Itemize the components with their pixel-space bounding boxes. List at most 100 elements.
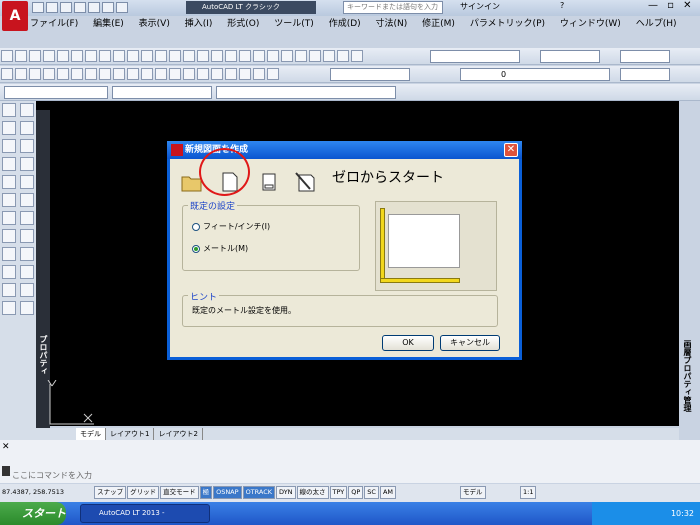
toolbar-button[interactable] bbox=[15, 68, 27, 80]
menu-draw[interactable]: 作成(D) bbox=[329, 17, 361, 31]
taskbar-autocad-button[interactable]: AutoCAD LT 2013 - bbox=[80, 504, 210, 523]
tpy-toggle[interactable]: TPY bbox=[329, 486, 348, 499]
toolbar-button[interactable] bbox=[127, 68, 139, 80]
toolbar-button[interactable] bbox=[57, 68, 69, 80]
explode-icon[interactable] bbox=[20, 247, 34, 261]
toolbar-button[interactable] bbox=[183, 50, 195, 62]
close-icon[interactable]: ✕ bbox=[2, 442, 10, 452]
grid-toggle[interactable]: グリッド bbox=[127, 486, 160, 499]
toolbar-button[interactable] bbox=[239, 50, 251, 62]
toolbar-button[interactable] bbox=[197, 68, 209, 80]
plotstyle-select[interactable] bbox=[216, 86, 396, 99]
otrack-toggle[interactable]: OTRACK bbox=[242, 486, 276, 499]
toolbar-button[interactable] bbox=[225, 50, 237, 62]
snap-toggle[interactable]: スナップ bbox=[94, 486, 127, 499]
menu-file[interactable]: ファイル(F) bbox=[30, 17, 78, 31]
wizard-icon[interactable] bbox=[294, 171, 318, 193]
text-style-select[interactable] bbox=[430, 50, 520, 63]
toolbar-button[interactable] bbox=[197, 50, 209, 62]
menu-format[interactable]: 形式(O) bbox=[227, 17, 259, 31]
signin-link[interactable]: サインイン bbox=[460, 1, 500, 12]
copy-icon[interactable] bbox=[20, 121, 34, 135]
toolbar-button[interactable] bbox=[85, 68, 97, 80]
search-input[interactable]: キーワードまたは語句を入力 bbox=[343, 1, 443, 14]
line-icon[interactable] bbox=[2, 103, 16, 117]
toolbar-button[interactable] bbox=[43, 68, 55, 80]
toolbar-button[interactable] bbox=[309, 50, 321, 62]
menu-help[interactable]: ヘルプ(H) bbox=[636, 17, 677, 31]
toolbar-button[interactable] bbox=[1, 50, 13, 62]
ok-button[interactable]: OK bbox=[382, 335, 434, 351]
save-as-icon[interactable] bbox=[74, 2, 86, 13]
toolbar-button[interactable] bbox=[337, 50, 349, 62]
extend-icon[interactable] bbox=[2, 211, 16, 225]
lineweight-toggle[interactable]: 線の太さ bbox=[296, 486, 329, 499]
text-icon[interactable] bbox=[2, 301, 16, 315]
toolbar-button[interactable] bbox=[351, 50, 363, 62]
toolbar-button[interactable] bbox=[71, 50, 83, 62]
mirror-icon[interactable] bbox=[2, 139, 16, 153]
toolbar-button[interactable] bbox=[127, 50, 139, 62]
stretch-icon[interactable] bbox=[2, 193, 16, 207]
toolbar-button[interactable] bbox=[281, 50, 293, 62]
toolbar-button[interactable] bbox=[57, 50, 69, 62]
toolbar-button[interactable] bbox=[211, 50, 223, 62]
toolbar-button[interactable] bbox=[211, 68, 223, 80]
toolbar-button[interactable] bbox=[155, 68, 167, 80]
toolbar-button[interactable] bbox=[113, 68, 125, 80]
sc-toggle[interactable]: SC bbox=[364, 486, 379, 499]
imperial-radio[interactable]: フィート/インチ(I) bbox=[192, 221, 270, 232]
undo-icon[interactable] bbox=[102, 2, 114, 13]
menu-modify[interactable]: 修正(M) bbox=[422, 17, 455, 31]
toolbar-button[interactable] bbox=[169, 50, 181, 62]
polyline-icon[interactable] bbox=[20, 103, 34, 117]
menu-tools[interactable]: ツール(T) bbox=[274, 17, 314, 31]
toolbar-button[interactable] bbox=[43, 50, 55, 62]
toolbar-button[interactable] bbox=[113, 50, 125, 62]
toolbar-button[interactable] bbox=[1, 68, 13, 80]
model-status[interactable]: モデル bbox=[460, 486, 486, 499]
radio-button[interactable] bbox=[192, 244, 200, 253]
menu-window[interactable]: ウィンドウ(W) bbox=[560, 17, 621, 31]
toolbar-button[interactable] bbox=[169, 68, 181, 80]
toolbar-button[interactable] bbox=[99, 50, 111, 62]
toolbar-button[interactable] bbox=[225, 68, 237, 80]
toolbar-button[interactable] bbox=[85, 50, 97, 62]
dim-select[interactable] bbox=[330, 68, 410, 81]
menu-parametric[interactable]: パラメトリック(P) bbox=[470, 17, 545, 31]
qp-toggle[interactable]: QP bbox=[348, 486, 364, 499]
workspace-select[interactable]: AutoCAD LT クラシック bbox=[186, 1, 316, 14]
print-icon[interactable] bbox=[88, 2, 100, 13]
erase-icon[interactable] bbox=[2, 121, 16, 135]
tab-layout2[interactable]: レイアウト2 bbox=[154, 428, 203, 440]
circle-icon[interactable] bbox=[2, 265, 16, 279]
template-icon[interactable] bbox=[260, 171, 278, 193]
scale-icon[interactable] bbox=[20, 175, 34, 189]
open-icon[interactable] bbox=[46, 2, 58, 13]
toolbar-button[interactable] bbox=[253, 68, 265, 80]
layer-select[interactable]: 0 bbox=[460, 68, 610, 81]
toolbar-button[interactable] bbox=[183, 68, 195, 80]
tab-model[interactable]: モデル bbox=[76, 428, 106, 440]
table-icon[interactable] bbox=[20, 301, 34, 315]
toolbar-button[interactable] bbox=[99, 68, 111, 80]
toolbar-button[interactable] bbox=[253, 50, 265, 62]
am-toggle[interactable]: AM bbox=[379, 486, 397, 499]
osnap-toggle[interactable]: OSNAP bbox=[213, 486, 242, 499]
toolbar-button[interactable] bbox=[29, 68, 41, 80]
arc-icon[interactable] bbox=[20, 265, 34, 279]
dyn-toggle[interactable]: DYN bbox=[276, 486, 296, 499]
break-icon[interactable] bbox=[20, 211, 34, 225]
autocad-logo-icon[interactable]: A bbox=[2, 1, 28, 31]
toolbar-button[interactable] bbox=[267, 68, 279, 80]
menu-insert[interactable]: 挿入(I) bbox=[185, 17, 213, 31]
rotate-icon[interactable] bbox=[2, 175, 16, 189]
linetype-select[interactable] bbox=[4, 86, 108, 99]
toolbar-button[interactable] bbox=[141, 68, 153, 80]
rectangle-icon[interactable] bbox=[2, 283, 16, 297]
toolbar-button[interactable] bbox=[141, 50, 153, 62]
toolbar-button[interactable] bbox=[155, 50, 167, 62]
toolbar-button[interactable] bbox=[295, 50, 307, 62]
menu-dimension[interactable]: 寸法(N) bbox=[376, 17, 408, 31]
array-icon[interactable] bbox=[2, 157, 16, 171]
